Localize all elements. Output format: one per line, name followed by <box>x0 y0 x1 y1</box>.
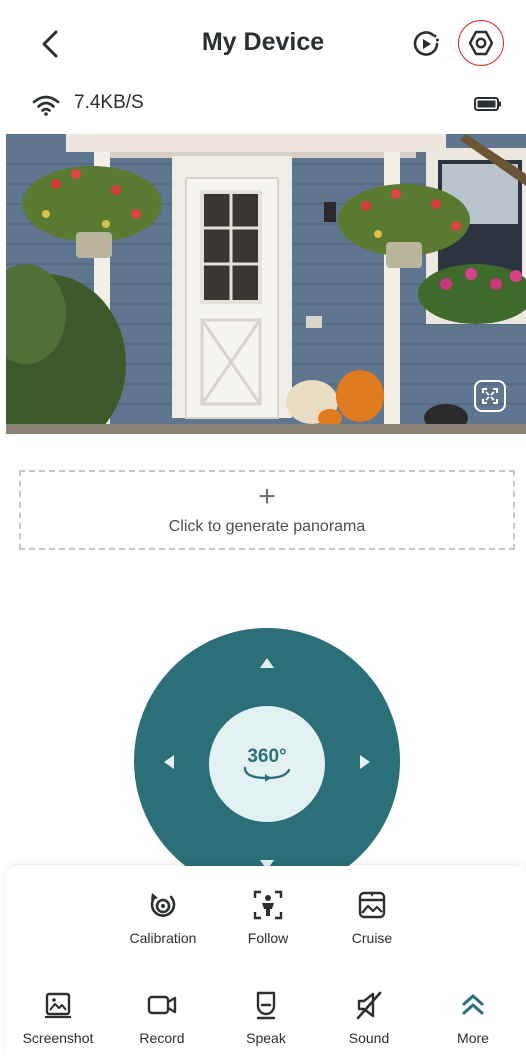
settings-button[interactable] <box>458 20 504 66</box>
network-speed: 7.4KB/S <box>74 92 144 113</box>
record-label: Record <box>139 1030 185 1046</box>
speak-button[interactable]: Speak <box>226 988 306 1046</box>
more-button[interactable]: More <box>433 988 513 1046</box>
screenshot-icon <box>45 992 71 1019</box>
battery-icon <box>474 97 501 111</box>
cruise-label: Cruise <box>351 930 393 946</box>
more-label: More <box>457 1030 489 1046</box>
calibration-button[interactable]: Calibration <box>123 888 203 946</box>
playback-icon <box>413 31 439 56</box>
triangle-left-icon <box>164 755 174 769</box>
follow-person-icon <box>253 890 283 920</box>
sound-off-icon <box>356 991 382 1020</box>
camera-scene <box>6 134 526 434</box>
chevron-left-icon <box>42 30 58 58</box>
pan-left-button[interactable] <box>154 747 184 777</box>
rotate-arrow-icon <box>243 766 291 782</box>
screenshot-label: Screenshot <box>22 1030 94 1046</box>
wifi-icon <box>32 95 60 116</box>
plus-icon: + <box>258 480 276 513</box>
fullscreen-button[interactable] <box>474 380 506 412</box>
page-title: My Device <box>201 28 325 56</box>
header: My Device <box>0 0 526 88</box>
more-chevron-up-icon <box>462 994 484 1015</box>
playback-button[interactable] <box>406 24 446 64</box>
settings-hexagon-icon <box>468 30 494 56</box>
back-button[interactable] <box>30 24 70 64</box>
triangle-up-icon <box>260 658 274 668</box>
sound-button[interactable]: Sound <box>329 988 409 1046</box>
panorama-label: Click to generate panorama <box>168 518 366 535</box>
speak-icon <box>256 991 276 1020</box>
screenshot-button[interactable]: Screenshot <box>18 988 98 1046</box>
live-video-feed[interactable] <box>6 134 526 434</box>
triangle-right-icon <box>360 755 370 769</box>
record-button[interactable]: Record <box>122 988 202 1046</box>
calibration-icon <box>150 893 176 917</box>
follow-button[interactable]: Follow <box>228 888 308 946</box>
tools-panel: Calibration Follow Cruise Screenshot Rec… <box>6 866 526 1056</box>
follow-label: Follow <box>247 930 289 946</box>
generate-panorama-button[interactable]: + Click to generate panorama <box>19 470 515 550</box>
cruise-icon <box>358 891 386 919</box>
record-icon <box>147 995 177 1015</box>
status-row: 7.4KB/S <box>0 88 526 122</box>
rotate-360-label: 360° <box>247 746 287 767</box>
rotate-360-button[interactable]: 360° <box>209 706 325 822</box>
pan-up-button[interactable] <box>252 648 282 678</box>
cruise-button[interactable]: Cruise <box>332 888 412 946</box>
pan-right-button[interactable] <box>350 747 380 777</box>
calibration-label: Calibration <box>129 930 197 946</box>
fullscreen-icon <box>482 388 498 404</box>
speak-label: Speak <box>246 1030 286 1046</box>
sound-label: Sound <box>348 1030 390 1046</box>
ptz-control-pad[interactable]: 360° <box>134 628 400 894</box>
